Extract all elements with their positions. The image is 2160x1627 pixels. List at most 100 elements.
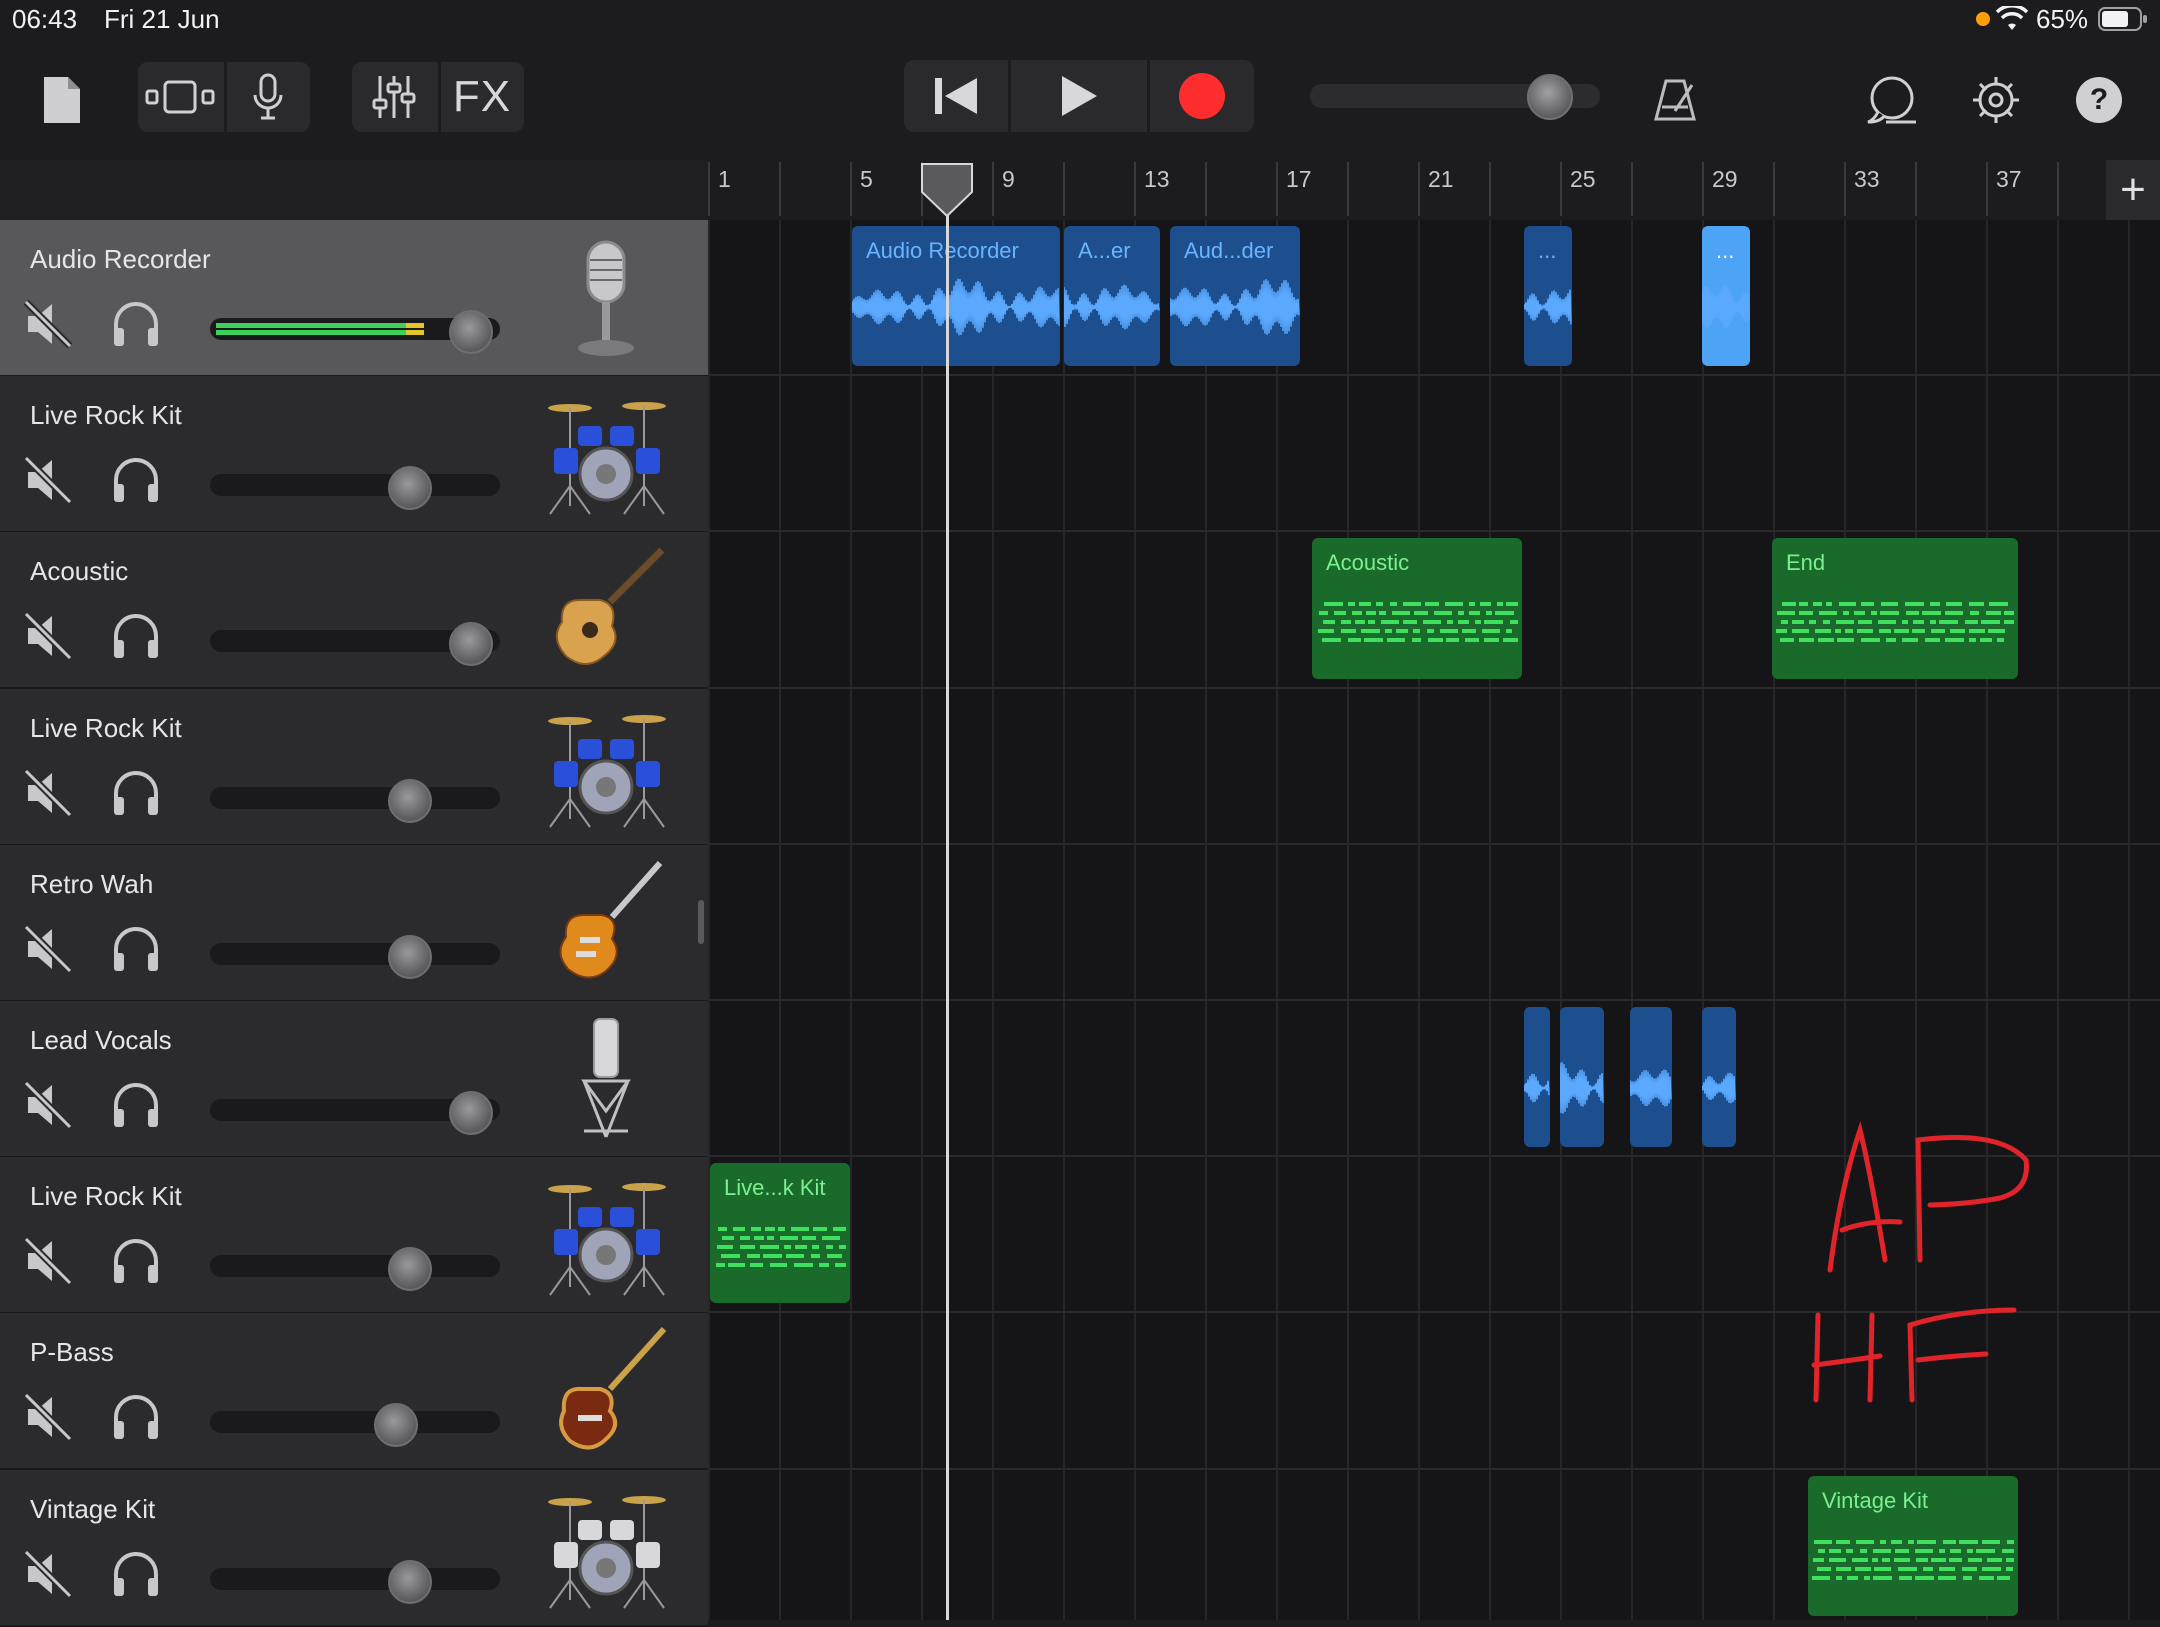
audio-region[interactable]: A...er [1064,226,1160,367]
midi-region[interactable]: End [1772,538,2018,679]
mixer-button[interactable] [352,62,436,132]
track-volume-slider[interactable] [210,1411,500,1434]
mute-button[interactable] [22,1548,74,1600]
track-header[interactable]: Live Rock Kit [0,376,708,534]
playhead-handle[interactable] [920,162,974,218]
track-scroll-indicator[interactable] [698,900,704,944]
track-volume-slider[interactable] [210,786,500,809]
my-songs-button[interactable] [36,70,88,130]
master-volume-knob[interactable] [1526,74,1573,120]
microphone-icon[interactable] [540,230,672,362]
track-volume-knob[interactable] [388,778,433,823]
mute-button[interactable] [22,298,74,350]
track-volume-knob[interactable] [373,1403,418,1448]
solo-button[interactable] [110,298,162,350]
mute-button[interactable] [22,610,74,662]
mute-button[interactable] [22,1391,74,1443]
record-button[interactable] [1150,60,1254,132]
solo-button[interactable] [110,1079,162,1131]
track-volume-knob[interactable] [449,622,493,667]
drum-kit-icon[interactable] [540,1167,672,1299]
audio-region[interactable]: Aud...der [1170,226,1300,367]
mute-button[interactable] [22,1235,74,1287]
studio-microphone-icon[interactable] [540,1011,672,1143]
waveform [1524,289,1572,325]
solo-button[interactable] [110,1391,162,1443]
settings-button[interactable] [1968,70,2024,130]
audio-region[interactable]: Audio Recorder [852,226,1060,367]
track-volume-slider[interactable] [210,1567,500,1590]
midi-notes [1776,602,2014,643]
loop-browser-button[interactable] [1864,70,1920,130]
arrangement-area[interactable]: Audio Recorder A...er Aud...der...... Acous… [708,220,2160,1620]
grid-line [1915,220,1917,1620]
mic-button[interactable] [226,62,310,132]
vintage-drum-kit-icon[interactable] [540,1480,672,1612]
track-volume-slider[interactable] [210,942,500,965]
grid-line [1631,220,1633,1620]
headphones-icon [114,302,158,346]
midi-region[interactable]: Live...k Kit [710,1163,850,1304]
mute-button[interactable] [22,923,74,975]
audio-region[interactable] [1560,1007,1604,1148]
track-header[interactable]: Vintage Kit [0,1469,708,1627]
track-volume-knob[interactable] [388,1559,433,1604]
track-header[interactable]: Retro Wah [0,844,708,1002]
solo-button[interactable] [110,1235,162,1287]
audio-region[interactable]: ... [1702,226,1750,367]
track-volume-knob[interactable] [449,310,493,354]
track-volume-slider[interactable] [210,1255,500,1278]
add-section-button[interactable]: + [2106,160,2160,220]
play-button[interactable] [1011,60,1147,132]
ruler-bar-number: 33 [1854,166,1880,192]
solo-button[interactable] [110,767,162,819]
acoustic-guitar-icon[interactable] [540,542,672,674]
track-header[interactable]: Lead Vocals [0,1001,708,1158]
settings-icon [1973,77,2019,123]
track-volume-knob[interactable] [388,934,433,979]
ruler-tick [1205,162,1207,216]
solo-button[interactable] [110,610,162,662]
track-header[interactable]: Acoustic [0,532,708,690]
drum-kit-icon[interactable] [540,699,672,831]
audio-region[interactable] [1702,1007,1736,1148]
midi-notes [716,1227,846,1268]
document-icon [44,77,80,123]
track-header[interactable]: Live Rock Kit [0,688,708,846]
solo-button[interactable] [110,454,162,506]
mute-button[interactable] [22,767,74,819]
toolbar: FX ? [0,40,2160,160]
ruler-tick [1134,162,1136,216]
drum-kit-icon[interactable] [540,386,672,518]
region-label: Acoustic [1326,550,1410,576]
track-name: Live Rock Kit [30,1181,182,1212]
rewind-button[interactable] [904,60,1008,132]
solo-button[interactable] [110,923,162,975]
track-header[interactable]: P-Bass [0,1313,708,1471]
grid-line [1489,220,1491,1620]
region-label: ... [1538,238,1557,263]
bass-guitar-icon[interactable] [540,1323,672,1455]
audio-region[interactable] [1630,1007,1672,1148]
midi-region[interactable]: Acoustic [1312,538,1522,679]
midi-region[interactable]: Vintage Kit [1808,1475,2018,1616]
audio-region[interactable] [1524,1007,1550,1148]
tracks-view-button[interactable] [138,62,222,132]
electric-guitar-icon[interactable] [540,855,672,987]
metronome-button[interactable] [1646,70,1704,130]
track-volume-knob[interactable] [388,1247,433,1292]
mute-button[interactable] [22,1079,74,1131]
track-header[interactable]: Live Rock Kit [0,1157,708,1315]
solo-button[interactable] [110,1548,162,1600]
ruler-tick [779,162,781,216]
track-header[interactable]: Audio Recorder [0,220,708,377]
help-button[interactable]: ? [2074,72,2124,128]
fx-button[interactable]: FX [440,62,524,132]
waveform [1702,285,1750,329]
rewind-icon [935,78,977,114]
track-volume-knob[interactable] [388,466,433,511]
track-volume-knob[interactable] [449,1091,493,1135]
audio-region[interactable]: ... [1524,226,1572,367]
mute-button[interactable] [22,454,74,506]
track-volume-slider[interactable] [210,474,500,497]
